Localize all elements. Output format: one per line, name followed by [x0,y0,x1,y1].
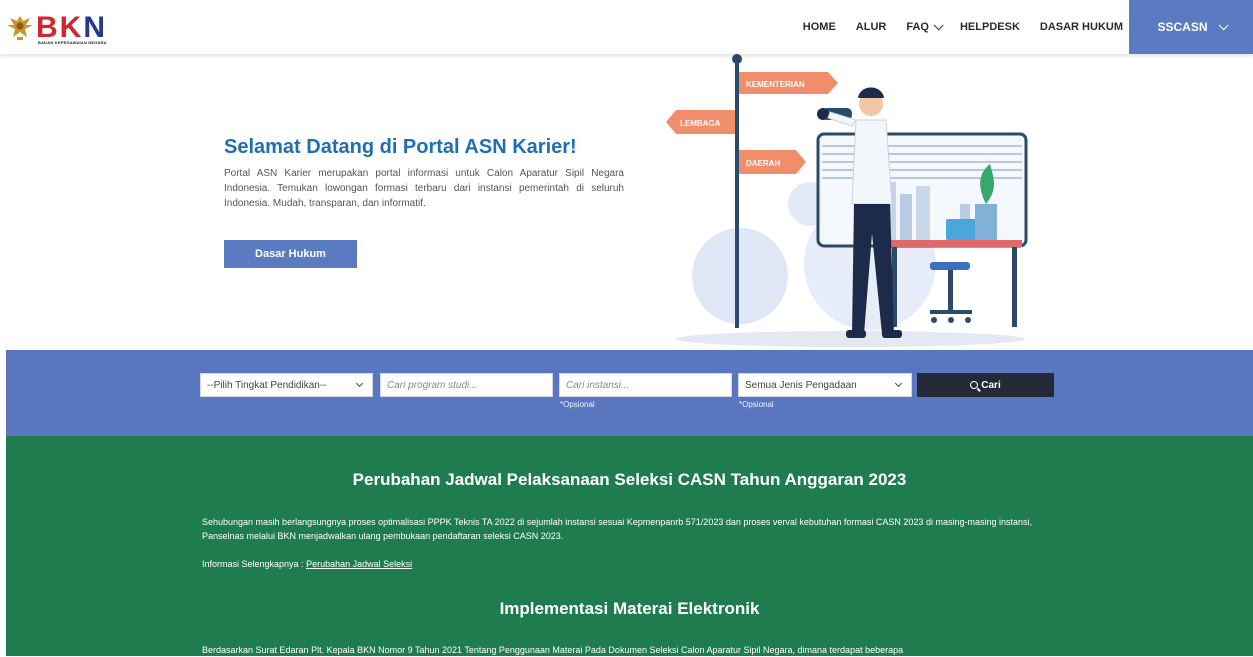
sign-lembaga-label: LEMBAGA [680,119,721,128]
procurement-type-value: Semua Jenis Pengadaan [745,379,857,391]
top-navbar: BKN BADAN KEPEGAWAIAN NEGARA HOME ALUR F… [0,0,1253,54]
sign-daerah-label: DAERAH [746,159,780,168]
nav-dasar-hukum[interactable]: DASAR HUKUM [1040,21,1123,33]
nav-home[interactable]: HOME [803,21,836,33]
search-icon [970,381,979,389]
logo-text: BKN BADAN KEPEGAWAIAN NEGARA [36,11,108,46]
hero-section: Selamat Datang di Portal ASN Karier! Por… [0,54,1253,350]
chevron-down-icon [894,379,903,388]
hero-illustration: KEMENTERIAN LEMBAGA DAERAH [666,54,1028,347]
program-studi-placeholder: Cari program studi... [387,379,478,391]
announcement-paragraph: Sehubungan masih berlangsungnya proses o… [202,517,1032,541]
more-info-prefix: Informasi Selengkapnya : [202,559,307,569]
announcement-section: Perubahan Jadwal Pelaksanaan Seleksi CAS… [6,436,1253,656]
sign-kementerian-label: KEMENTERIAN [746,80,805,89]
chevron-down-icon [933,19,944,30]
search-button-label: Cari [981,379,1001,391]
main-nav: HOME ALUR FAQ HELPDESK DASAR HUKUM [783,0,1123,54]
materai-paragraph: Berdasarkan Surat Edaran Plt. Kepala BKN… [202,645,904,655]
more-info-line: Informasi Selengkapnya : Perubahan Jadwa… [202,557,1052,571]
nav-faq[interactable]: FAQ [906,19,944,33]
education-level-value: --Pilih Tingkat Pendidikan-- [207,379,327,391]
sscasn-dropdown-button[interactable]: SSCASN [1129,0,1253,54]
search-button[interactable]: Cari [917,373,1054,397]
bkn-logo[interactable]: BKN BADAN KEPEGAWAIAN NEGARA [6,8,107,48]
education-level-select[interactable]: --Pilih Tingkat Pendidikan-- [200,373,373,397]
procurement-optional-note: *Opsional [739,400,774,409]
procurement-type-select[interactable]: Semua Jenis Pengadaan [738,373,912,397]
chevron-down-icon [355,379,364,388]
announcement-heading: Perubahan Jadwal Pelaksanaan Seleksi CAS… [352,470,907,489]
hero-title: Selamat Datang di Portal ASN Karier! [224,136,577,158]
logo-subtitle: BADAN KEPEGAWAIAN NEGARA [38,40,107,45]
nav-alur[interactable]: ALUR [856,21,887,33]
instansi-input[interactable]: Cari instansi... [559,373,732,397]
chevron-down-icon [1218,19,1229,30]
hero-description: Portal ASN Karier merupakan portal infor… [224,168,624,209]
garuda-emblem-icon [7,16,33,40]
materai-heading: Implementasi Materai Elektronik [499,599,760,618]
search-panel: --Pilih Tingkat Pendidikan-- Cari progra… [6,350,1253,436]
nav-helpdesk[interactable]: HELPDESK [960,21,1020,33]
program-studi-input[interactable]: Cari program studi... [380,373,553,397]
instansi-placeholder: Cari instansi... [566,379,630,391]
instansi-optional-note: *Opsional [560,400,595,409]
perubahan-jadwal-link[interactable]: Perubahan Jadwal Seleksi [306,559,412,569]
dasar-hukum-button[interactable]: Dasar Hukum [224,240,357,268]
logo-wordmark: BKN [36,11,108,44]
